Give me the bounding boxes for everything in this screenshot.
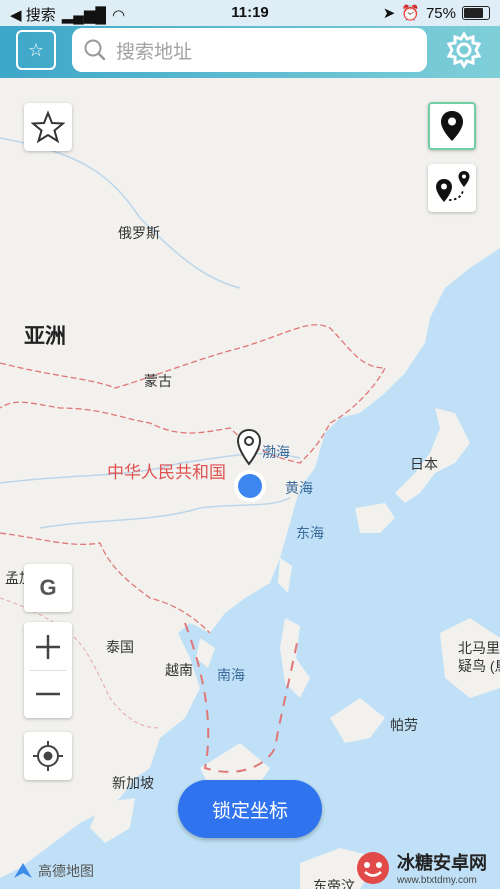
label-asia: 亚洲 [24, 325, 66, 348]
label-china: 中华人民共和国 [107, 463, 226, 482]
settings-gear-icon[interactable] [444, 30, 484, 70]
map-view[interactable]: 俄罗斯 亚洲 蒙古 中华人民共和国 渤海 黄海 东海 日本 孟加拉国 泰国 越南… [0, 78, 500, 889]
site-watermark: 冰糖安卓网 www.btxtdmy.com [355, 846, 500, 889]
label-north-maluku-2: 疑鸟 (鳥 [458, 658, 500, 674]
lock-coordinate-button[interactable]: 锁定坐标 [178, 780, 322, 838]
location-arrow-icon: ➤ [382, 5, 396, 22]
crosshair-icon [33, 741, 63, 771]
single-point-mode-button[interactable] [428, 102, 476, 150]
top-header: ☆ 搜索地址 [0, 26, 500, 78]
label-east-timor: 东帝汶 [313, 878, 355, 889]
zoom-control [24, 622, 72, 718]
star-folder-icon: ☆ [27, 39, 45, 60]
label-south-china-sea: 南海 [217, 667, 245, 683]
amap-logo-icon [14, 863, 32, 878]
label-yellow-sea: 黄海 [285, 480, 313, 496]
search-icon [84, 39, 106, 61]
status-bar: ◀ 搜索 ▂▄▆█ ◠ 11:19 ➤ ⏰ 75% [0, 0, 500, 26]
label-thailand: 泰国 [106, 639, 134, 655]
zoom-in-icon[interactable] [31, 630, 65, 664]
g-label: G [39, 575, 57, 600]
label-vietnam: 越南 [165, 662, 193, 678]
battery-icon [462, 6, 490, 20]
search-input[interactable]: 搜索地址 [72, 28, 427, 72]
label-east-china-sea: 东海 [296, 525, 324, 541]
zoom-out-icon[interactable] [31, 677, 65, 711]
search-placeholder: 搜索地址 [116, 41, 193, 63]
google-map-toggle[interactable]: G [24, 564, 72, 612]
current-location-dot-icon [234, 470, 266, 502]
watermark-title: 冰糖安卓网 [397, 853, 487, 873]
label-mongolia: 蒙古 [144, 373, 172, 389]
favorites-folder-button[interactable]: ☆ [16, 30, 56, 70]
map-pin-icon [441, 111, 463, 141]
battery-percent: 75% [425, 4, 456, 22]
amap-brand-text: 高德地图 [38, 863, 94, 879]
favorite-star-button[interactable] [24, 103, 72, 151]
location-pin-icon[interactable] [235, 428, 263, 468]
watermark-logo-icon [357, 851, 389, 884]
zoom-divider [30, 669, 66, 671]
route-mode-button[interactable] [428, 164, 476, 212]
label-palau: 帕劳 [390, 717, 418, 733]
alarm-icon: ⏰ [401, 5, 420, 22]
amap-logo: 高德地图 [12, 860, 94, 882]
label-japan: 日本 [410, 456, 438, 472]
route-pins-icon [436, 171, 470, 202]
label-russia: 俄罗斯 [118, 225, 160, 241]
label-bohai: 渤海 [262, 444, 290, 460]
locate-me-button[interactable] [24, 732, 72, 780]
watermark-url: www.btxtdmy.com [397, 875, 477, 886]
label-north-maluku: 北马里 [458, 640, 500, 656]
label-singapore: 新加坡 [112, 775, 154, 791]
star-icon [31, 110, 65, 144]
